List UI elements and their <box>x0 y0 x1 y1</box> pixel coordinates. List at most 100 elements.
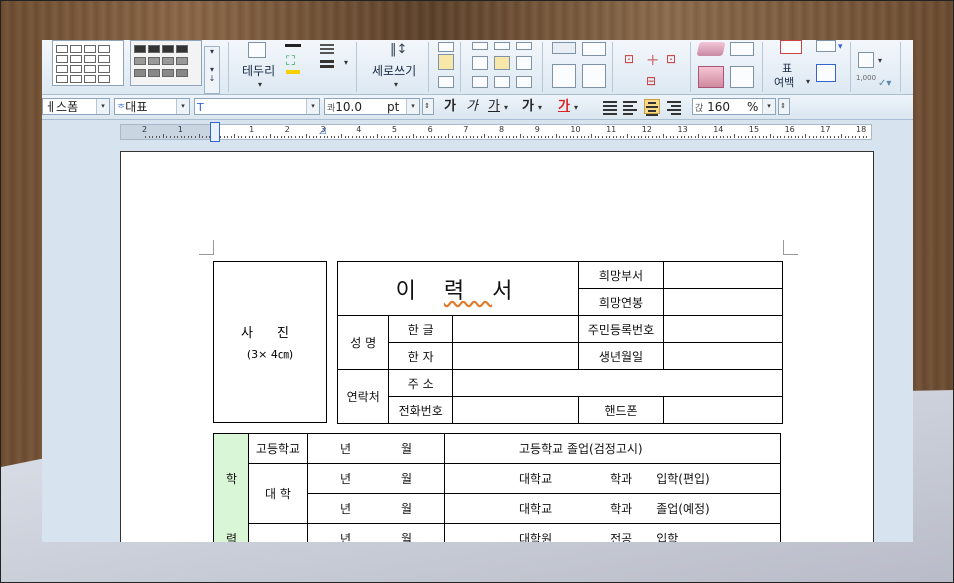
cell-height-icon[interactable] <box>698 66 724 88</box>
align-mid-center-icon[interactable] <box>494 56 510 70</box>
ruler-tick <box>794 136 796 138</box>
border-button[interactable]: 테두리 <box>242 62 275 79</box>
cell-width-icon[interactable] <box>730 66 754 88</box>
truetype-icon: T <box>197 101 204 114</box>
vertical-text-button[interactable]: 세로쓰기 <box>372 62 416 79</box>
desired-salary-field[interactable] <box>663 288 783 316</box>
italic-button[interactable]: 가 <box>466 98 478 116</box>
insert-row-icon[interactable]: ⊡ <box>624 52 634 66</box>
style-select[interactable]: ㅔ스폼 ▾ <box>42 98 110 115</box>
cell-size-icon[interactable] <box>816 64 836 82</box>
font-select[interactable]: T ▾ <box>194 98 320 115</box>
align-mid-right-icon[interactable] <box>516 56 532 70</box>
ruler-tick <box>273 136 275 138</box>
address-field[interactable] <box>451 369 784 397</box>
underline-button[interactable]: 가 <box>488 98 500 116</box>
ruler-tick <box>576 136 578 138</box>
ruler-tick <box>402 136 404 138</box>
table-margin-icon[interactable] <box>780 40 802 54</box>
cell-align-middle-icon[interactable] <box>438 54 454 70</box>
split-cells-icon[interactable] <box>582 42 606 56</box>
cell-align-top-icon[interactable] <box>438 42 454 52</box>
edu-row-3[interactable]: 대학교 학과 졸업(예정) <box>444 493 781 524</box>
hanja-field[interactable] <box>451 342 580 370</box>
border-icon[interactable] <box>248 42 266 58</box>
chevron-down-icon[interactable]: ▾ <box>406 99 419 114</box>
birth-field[interactable] <box>663 342 783 370</box>
chevron-down-icon[interactable]: ▾ <box>176 99 189 114</box>
table-style-gallery-dark[interactable] <box>130 40 202 86</box>
align-top-left-icon[interactable] <box>472 42 488 50</box>
ruler-tick <box>377 134 379 138</box>
hangul-field[interactable] <box>451 315 580 343</box>
align-top-center-icon[interactable] <box>494 42 510 50</box>
cell-align-bottom-icon[interactable] <box>438 76 454 88</box>
align-mid-left-icon[interactable] <box>472 56 488 70</box>
phone-field[interactable] <box>451 396 580 424</box>
chevron-down-icon[interactable]: ▾ <box>96 99 109 114</box>
line-spacing-input[interactable]: 갅 160 % ▾ <box>692 98 776 115</box>
cell-spacing-icon[interactable] <box>816 40 836 52</box>
insert-col-icon[interactable]: ⊡ <box>666 52 676 66</box>
bold-button[interactable]: 가 <box>444 98 456 116</box>
edu-row-4[interactable]: 대학원 전공 입학 <box>444 523 781 542</box>
ruler-tick <box>676 136 678 138</box>
horizontal-ruler[interactable]: 2 1 1 2 3 4 5 6 7 8 9 10 11 12 13 14 15 16 17 18 <box>120 124 872 140</box>
edu-row-2[interactable]: 대학교 학과 입학(편입) <box>444 463 781 494</box>
table-style-gallery[interactable] <box>52 40 124 86</box>
line-style-icon[interactable] <box>320 44 334 46</box>
align-justify-icon[interactable] <box>602 99 618 115</box>
tab-marker[interactable]: ◿ <box>319 126 326 136</box>
align-left-icon[interactable] <box>622 99 638 115</box>
align-right-icon[interactable] <box>666 99 682 115</box>
language-select[interactable]: ᄒ대표 ▾ <box>114 98 190 115</box>
gallery-scroll[interactable]: ▾ ▾ ↓ <box>204 46 220 94</box>
edu-date-cell[interactable]: 년월 <box>307 523 445 542</box>
formula-icon[interactable] <box>858 52 874 68</box>
font-size-input[interactable]: 콰10.0 pt ▾ <box>324 98 420 115</box>
document-page[interactable]: 사 진 (3× 4㎝) 이력서 희망부서 희망연봉 성 명 한 글 주민등록번호 <box>120 151 874 542</box>
edu-date-cell[interactable]: 년월 <box>307 463 445 494</box>
chevron-down-icon[interactable]: ▾ <box>258 80 262 89</box>
fill-bucket-icon[interactable]: ⛶ <box>286 54 295 69</box>
ruler-number: 13 <box>677 125 688 134</box>
ruler-tick <box>323 136 325 138</box>
cell-border-icon[interactable] <box>730 42 754 56</box>
align-bottom-right-icon[interactable] <box>516 76 532 88</box>
fill-color-icon[interactable] <box>286 70 300 74</box>
line-spacing-spinner[interactable]: ⇕ <box>778 98 790 115</box>
desired-dept-field[interactable] <box>663 261 783 289</box>
check-icon[interactable]: ✓▾ <box>878 78 891 89</box>
merge-cells-icon[interactable] <box>552 42 576 54</box>
ruler-tick <box>334 136 336 138</box>
line-weight-icon[interactable] <box>320 60 334 63</box>
line-thickness-icon[interactable] <box>285 44 301 47</box>
edu-row-1[interactable]: 고등학교 졸업(검정고시) <box>444 433 781 464</box>
mobile-field[interactable] <box>663 396 783 424</box>
font-color-button[interactable]: 가 <box>558 98 570 116</box>
rrn-field[interactable] <box>663 315 783 343</box>
eraser-icon[interactable] <box>696 42 726 56</box>
align-center-icon[interactable] <box>644 99 660 116</box>
align-bottom-left-icon[interactable] <box>472 76 488 88</box>
plus-icon[interactable]: + <box>646 50 659 69</box>
chevron-down-icon[interactable]: ▾ <box>762 99 775 114</box>
delete-cell-icon[interactable]: ⊟ <box>646 74 656 88</box>
ruler-tick <box>341 134 343 138</box>
ruler-tick <box>537 136 539 138</box>
margin-button[interactable]: 여백 <box>774 74 794 90</box>
strike-button[interactable]: 가 <box>522 98 534 116</box>
cell-grid-icon[interactable] <box>552 64 576 88</box>
edu-date-cell[interactable]: 년월 <box>307 493 445 524</box>
ruler-tick <box>184 136 186 138</box>
edu-date-cell[interactable]: 년월 <box>307 433 445 464</box>
photo-box[interactable]: 사 진 (3× 4㎝) <box>213 261 327 423</box>
vertical-text-icon[interactable]: ‖↕ <box>390 42 407 57</box>
font-size-spinner[interactable]: ⇕ <box>422 98 434 115</box>
align-top-right-icon[interactable] <box>516 42 532 50</box>
ruler-tick <box>348 136 350 138</box>
align-bottom-center-icon[interactable] <box>494 76 510 88</box>
indent-marker[interactable] <box>210 122 220 142</box>
cell-split-grid-icon[interactable] <box>582 64 606 88</box>
chevron-down-icon[interactable]: ▾ <box>306 99 319 114</box>
